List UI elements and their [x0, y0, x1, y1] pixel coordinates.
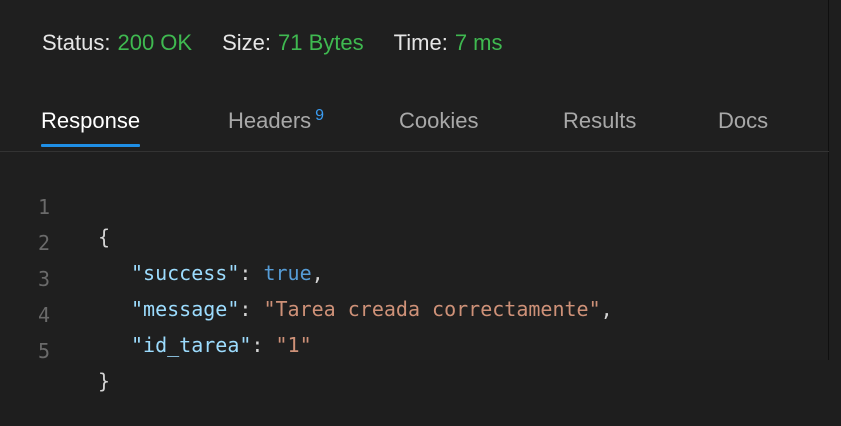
status-label: Status:: [42, 30, 111, 55]
code-content: }: [98, 366, 110, 396]
code-content: "message": "Tarea creada correctamente",: [131, 297, 613, 321]
status-item: Status: 200 OK: [42, 30, 192, 56]
code-line: 2 "success": true,: [0, 198, 324, 285]
tab-headers[interactable]: Headers 9: [228, 106, 325, 134]
code-line: 3 "message": "Tarea creada correctamente…: [0, 234, 613, 321]
json-value: "1": [275, 333, 312, 357]
time-item: Time: 7 ms: [394, 30, 503, 56]
json-value: true: [263, 261, 312, 285]
open-brace: {: [98, 225, 111, 249]
line-number: 5: [38, 339, 51, 363]
tab-response[interactable]: Response: [41, 108, 141, 147]
response-panel: Status: 200 OK Size: 71 Bytes Time: 7 ms…: [0, 0, 829, 393]
trailing-comma: ,: [311, 261, 324, 285]
trailing-comma: ,: [600, 297, 613, 321]
response-tabs: Response Headers 9 Cookies Results Docs: [0, 100, 829, 152]
response-body-editor[interactable]: 1 { 2 "success": true, 3 "message": "Tar…: [0, 160, 829, 393]
code-line: 5 }: [0, 306, 110, 393]
status-value: 200 OK: [117, 30, 193, 55]
code-content: "id_tarea": "1": [131, 333, 312, 357]
active-tab-indicator: [41, 144, 141, 147]
code-line: 4 "id_tarea": "1": [0, 270, 312, 357]
tab-response-label: Response: [41, 108, 141, 133]
size-label: Size:: [222, 30, 272, 55]
status-bar: Status: 200 OK Size: 71 Bytes Time: 7 ms: [42, 28, 533, 58]
tab-results[interactable]: Results: [563, 108, 636, 134]
json-key: "message": [131, 297, 240, 321]
json-key: "id_tarea": [131, 333, 252, 357]
response-window: Status: 200 OK Size: 71 Bytes Time: 7 ms…: [0, 0, 841, 393]
json-key: "success": [131, 261, 240, 285]
headers-count-badge: 9: [315, 106, 325, 124]
size-value: 71 Bytes: [278, 30, 364, 55]
code-line: 1 {: [0, 162, 110, 249]
tab-docs[interactable]: Docs: [718, 108, 768, 134]
code-content: {: [98, 222, 110, 252]
close-brace: }: [98, 369, 111, 393]
tab-headers-label: Headers: [228, 108, 312, 133]
json-value: "Tarea creada correctamente": [263, 297, 601, 321]
tab-cookies[interactable]: Cookies: [399, 108, 478, 134]
size-item: Size: 71 Bytes: [222, 30, 364, 56]
time-value: 7 ms: [454, 30, 503, 55]
tab-cookies-label: Cookies: [399, 108, 479, 133]
code-content: "success": true,: [131, 261, 324, 285]
tab-results-label: Results: [563, 108, 637, 133]
tab-docs-label: Docs: [718, 108, 769, 133]
time-label: Time:: [393, 30, 448, 55]
